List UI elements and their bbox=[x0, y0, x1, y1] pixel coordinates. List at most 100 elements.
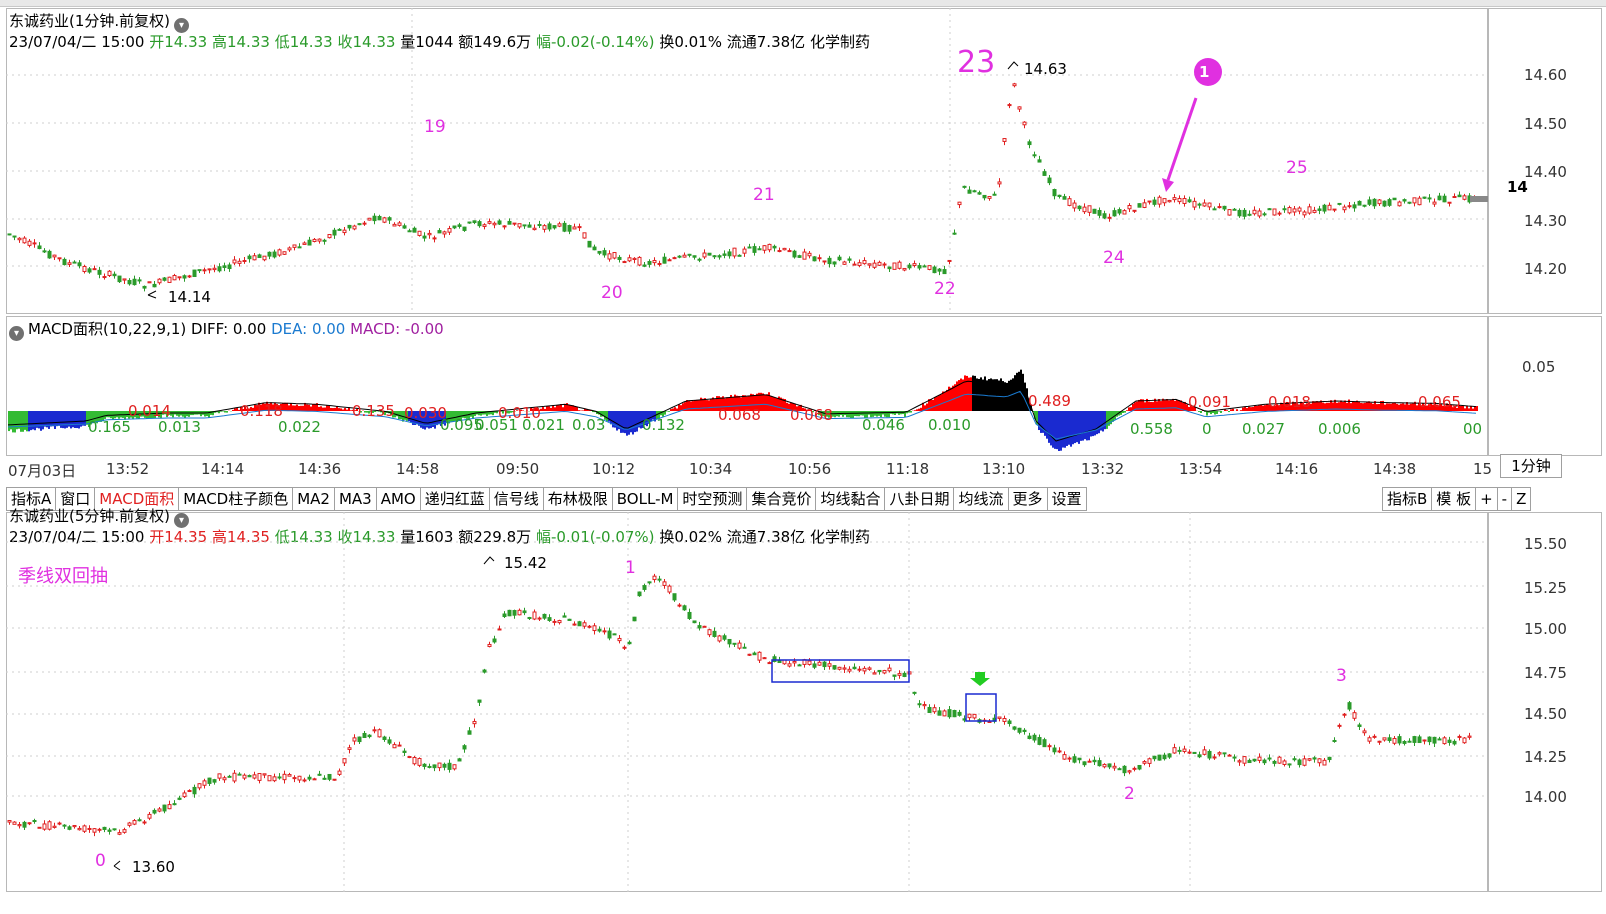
candle bbox=[227, 264, 232, 270]
candle bbox=[212, 267, 217, 271]
candle bbox=[1402, 199, 1407, 202]
price-label: 15.00 bbox=[1524, 620, 1567, 638]
candle bbox=[37, 826, 42, 829]
macd-bar bbox=[1020, 369, 1022, 411]
candle bbox=[947, 709, 952, 718]
candle bbox=[1437, 195, 1442, 201]
candle bbox=[297, 246, 302, 249]
toolbar-item[interactable]: 均线黏合 bbox=[816, 487, 886, 511]
candle bbox=[1152, 755, 1157, 760]
toolbar-item[interactable]: MA3 bbox=[334, 487, 377, 511]
macd-bar bbox=[944, 391, 946, 411]
macd-area-label: 0.010 bbox=[498, 404, 541, 422]
candle bbox=[1052, 189, 1057, 197]
candle bbox=[842, 667, 847, 670]
macd-bar bbox=[1198, 411, 1200, 412]
wave-label: 24 bbox=[1103, 248, 1125, 268]
toolbar-item[interactable]: 时空预测 bbox=[678, 487, 748, 511]
candle bbox=[1142, 761, 1147, 764]
candle bbox=[482, 224, 487, 227]
candle bbox=[857, 262, 862, 267]
toolbar-item[interactable]: Z bbox=[1512, 487, 1532, 511]
toolbar-item[interactable]: AMO bbox=[376, 487, 421, 511]
toolbar-item[interactable]: 八卦日期 bbox=[885, 487, 955, 511]
toolbar-item[interactable]: - bbox=[1497, 487, 1513, 511]
candle bbox=[922, 704, 927, 707]
macd-bar bbox=[1086, 411, 1088, 441]
macd-bar bbox=[848, 411, 850, 418]
toolbar-item[interactable]: 递归红蓝 bbox=[420, 487, 490, 511]
candle bbox=[352, 737, 357, 742]
macd-bar bbox=[1088, 411, 1090, 441]
macd-bar bbox=[918, 408, 920, 411]
macd-bar bbox=[1076, 411, 1078, 443]
macd-bar bbox=[1164, 400, 1166, 411]
toolbar-item[interactable]: MACD柱子颜色 bbox=[179, 487, 294, 511]
macd-bar bbox=[546, 406, 548, 411]
toolbar-item[interactable]: 集合竞价 bbox=[747, 487, 817, 511]
candle bbox=[97, 828, 102, 831]
toolbar-item[interactable]: BOLL-M bbox=[612, 487, 679, 511]
candle bbox=[852, 263, 857, 266]
macd-bar bbox=[1080, 411, 1082, 441]
candle bbox=[987, 196, 992, 199]
candle bbox=[1092, 759, 1097, 763]
candle bbox=[187, 790, 192, 793]
toolbar-item[interactable]: 更多 bbox=[1008, 487, 1048, 511]
candle bbox=[1407, 201, 1412, 204]
toolbar-item[interactable]: 指标B bbox=[1382, 487, 1433, 511]
candle bbox=[912, 691, 917, 694]
toolbar-item[interactable]: MA2 bbox=[293, 487, 335, 511]
toolbar-item[interactable]: 信号线 bbox=[489, 487, 544, 511]
toolbar-item[interactable]: 设置 bbox=[1047, 487, 1087, 511]
candle bbox=[522, 610, 527, 614]
price-label: 14.40 bbox=[1524, 163, 1567, 181]
candle bbox=[302, 242, 307, 245]
candle bbox=[382, 217, 387, 223]
candle bbox=[532, 611, 537, 620]
macd-area-label: 0.558 bbox=[1130, 420, 1173, 438]
macd-bar bbox=[846, 411, 848, 418]
candle bbox=[1462, 737, 1467, 744]
candle bbox=[917, 703, 922, 706]
candle bbox=[362, 222, 367, 225]
candle bbox=[1082, 206, 1087, 213]
macd-bar bbox=[1260, 404, 1262, 411]
toolbar-item[interactable]: 均线流 bbox=[954, 487, 1009, 511]
macd-bar bbox=[1044, 411, 1046, 436]
macd-area-label: 0.010 bbox=[928, 416, 971, 434]
candle bbox=[847, 258, 852, 261]
candle bbox=[342, 758, 347, 764]
candle bbox=[1187, 199, 1192, 203]
toolbar-item[interactable]: 布林极限 bbox=[543, 487, 613, 511]
candle bbox=[202, 269, 207, 272]
macd-bar bbox=[76, 411, 78, 429]
toolbar-item[interactable]: 模 板 bbox=[1432, 487, 1477, 511]
candle bbox=[642, 264, 647, 267]
macd-bar bbox=[672, 408, 674, 411]
candle bbox=[672, 257, 677, 260]
macd-bar bbox=[1176, 399, 1178, 411]
candle bbox=[1447, 201, 1452, 204]
candle bbox=[1077, 757, 1082, 761]
price-label: 15.50 bbox=[1524, 535, 1567, 553]
candle bbox=[582, 622, 587, 627]
candle bbox=[487, 643, 492, 648]
candle bbox=[427, 232, 432, 236]
macd-bar bbox=[706, 400, 708, 411]
candle bbox=[672, 593, 677, 601]
candle bbox=[557, 620, 562, 624]
toolbar-item[interactable]: + bbox=[1476, 487, 1498, 511]
macd-bar bbox=[1468, 408, 1470, 411]
candle bbox=[1292, 208, 1297, 213]
candle bbox=[432, 764, 437, 769]
macd-bar bbox=[940, 394, 942, 411]
candle bbox=[222, 265, 227, 268]
candle bbox=[1122, 210, 1127, 215]
period-button[interactable]: 1分钟 bbox=[1500, 454, 1562, 478]
candle bbox=[647, 261, 652, 265]
macd-bar bbox=[762, 393, 764, 411]
macd-bar bbox=[582, 410, 584, 411]
macd-bar bbox=[766, 394, 768, 411]
macd-bar bbox=[624, 411, 626, 434]
